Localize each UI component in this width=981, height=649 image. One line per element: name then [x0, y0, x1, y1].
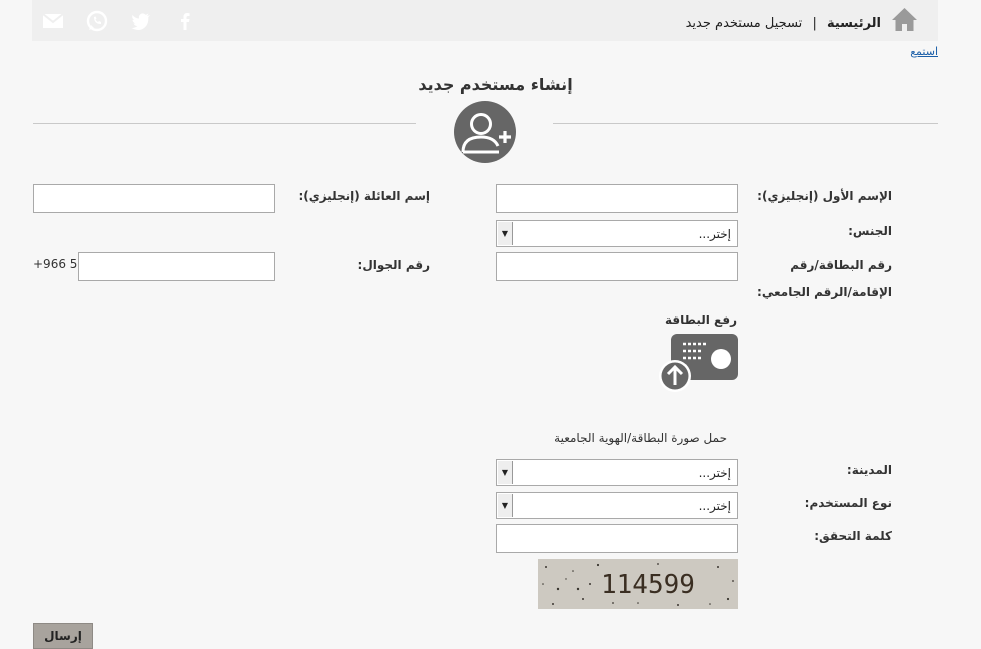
chevron-down-icon: ▼ [498, 461, 513, 484]
upload-card-icon[interactable] [657, 333, 739, 393]
user-type-label: نوع المستخدم: [804, 496, 892, 510]
twitter-icon[interactable] [130, 10, 152, 32]
gender-select[interactable]: ▼ إختر... [496, 220, 738, 247]
divider-right [553, 123, 938, 124]
gender-select-value: إختر... [698, 227, 731, 241]
email-icon[interactable] [42, 10, 64, 32]
page-title-text: إنشاء مستخدم جديد [418, 75, 573, 94]
page-title: إنشاء مستخدم جديد [0, 75, 981, 94]
listen-link[interactable]: استمع [910, 45, 938, 58]
city-select[interactable]: ▼ إختر... [496, 459, 738, 486]
family-name-input[interactable] [33, 184, 275, 213]
mobile-prefix: +966 5 [33, 257, 78, 271]
family-name-label: إسم العائلة (إنجليزي): [298, 189, 430, 203]
chevron-down-icon: ▼ [498, 222, 513, 245]
whatsapp-icon[interactable] [86, 10, 108, 32]
breadcrumb-separator: | [812, 16, 817, 31]
upload-label: رفع البطاقة [665, 313, 737, 327]
captcha-image: 114599 [538, 559, 738, 609]
breadcrumb: الرئيسية | تسجيل مستخدم جديد [686, 16, 881, 31]
id-number-label-2: الإقامة/الرقم الجامعي: [757, 285, 892, 299]
facebook-icon[interactable] [174, 10, 196, 32]
home-icon[interactable] [891, 7, 918, 36]
divider-left [33, 123, 416, 124]
first-name-label: الإسم الأول (إنجليزي): [757, 189, 892, 203]
first-name-input[interactable] [496, 184, 738, 213]
id-number-label: رقم البطاقة/رقم [790, 258, 892, 272]
chevron-down-icon: ▼ [498, 494, 513, 517]
add-user-icon [448, 101, 522, 163]
captcha-label: كلمة التحقق: [814, 529, 892, 543]
captcha-input[interactable] [496, 524, 738, 553]
city-label: المدينة: [846, 463, 892, 477]
id-number-input[interactable] [496, 252, 738, 281]
mobile-label: رقم الجوال: [357, 258, 430, 272]
user-type-select[interactable]: ▼ إختر... [496, 492, 738, 519]
user-type-select-value: إختر... [698, 499, 731, 513]
city-select-value: إختر... [698, 466, 731, 480]
gender-label: الجنس: [848, 224, 892, 238]
breadcrumb-home-link[interactable]: الرئيسية [827, 16, 881, 31]
captcha-text: 114599 [601, 570, 695, 600]
breadcrumb-current: تسجيل مستخدم جديد [685, 16, 803, 31]
submit-button[interactable]: إرسال [33, 623, 93, 649]
upload-hint: حمل صورة البطاقة/الهوية الجامعية [554, 431, 727, 445]
mobile-input[interactable] [78, 252, 275, 281]
